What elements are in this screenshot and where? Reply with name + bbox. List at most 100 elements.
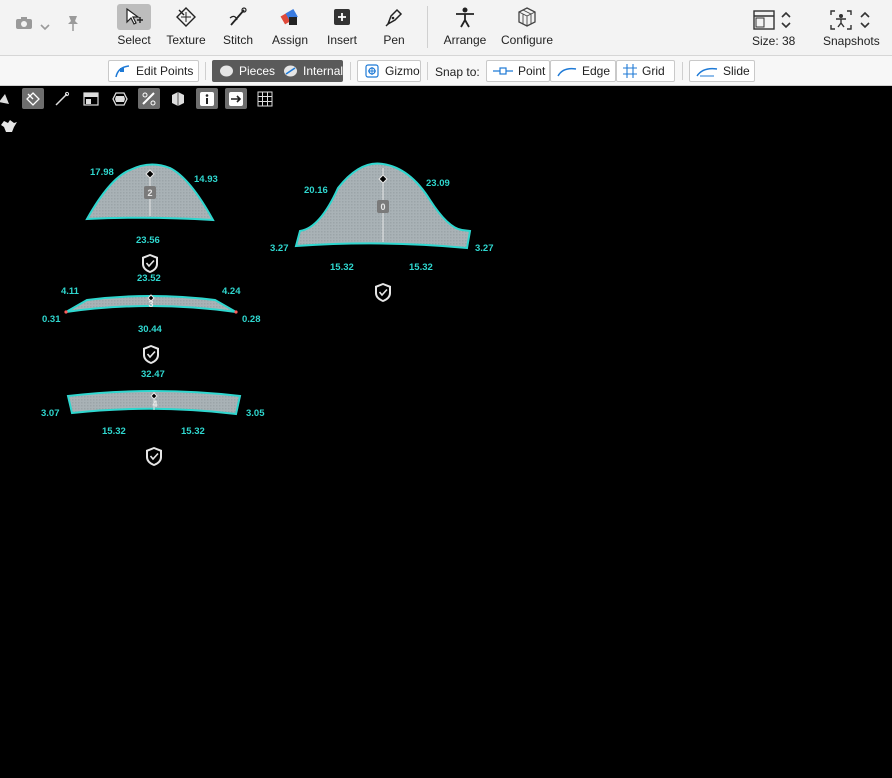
select-tool-button[interactable]: Select (108, 4, 160, 52)
edit-points-button[interactable]: Edit Points (108, 60, 199, 82)
partial-tool-icon[interactable] (0, 88, 15, 109)
piece-0-measure-top-right: 23.09 (426, 178, 450, 189)
texture-icon (169, 4, 203, 30)
arrange-tool-button[interactable]: Arrange (439, 4, 491, 52)
needle-view-icon[interactable] (51, 88, 73, 109)
snapshots-stepper-icon[interactable] (860, 11, 870, 34)
insert-tool-label: Insert (326, 33, 357, 47)
piece-3-shield-icon[interactable] (142, 344, 160, 365)
snap-grid-icon (623, 64, 637, 78)
subbar-divider (682, 62, 683, 80)
snap-point-icon (493, 66, 513, 76)
piece-3-measure-right: 0.28 (242, 314, 261, 325)
subbar-divider (205, 62, 206, 80)
pieces-internal-toggle[interactable]: Pieces Internal (212, 60, 343, 82)
piece-0-measure-top-left: 20.16 (304, 185, 328, 196)
arrange-figure-icon (448, 4, 482, 30)
piece-0-measure-left: 3.27 (270, 243, 289, 254)
piece-3-number: 3 (148, 299, 153, 309)
insert-tool-button[interactable]: Insert (316, 4, 368, 52)
snap-grid-label: Grid (642, 64, 665, 78)
snap-edge-label: Edge (582, 64, 611, 78)
pin-icon[interactable] (64, 14, 82, 37)
pen-tool-label: Pen (383, 33, 405, 47)
stepper-icon[interactable] (781, 11, 791, 34)
piece-2-number: 2 (147, 188, 152, 198)
main-toolbar: Select Texture Stitch Assign Insert Pen (0, 0, 892, 56)
camera-icon[interactable] (15, 16, 33, 35)
piece-4-measure-left: 3.07 (41, 408, 60, 419)
arrange-tool-label: Arrange (443, 33, 487, 47)
configure-tool-button[interactable]: Configure (501, 4, 553, 52)
pen-tool-button[interactable]: Pen (368, 4, 420, 52)
assign-swatch-icon (273, 4, 307, 30)
snap-to-label: Snap to: (435, 65, 480, 79)
stitch-needle-icon (221, 4, 255, 30)
pattern-piece-2[interactable]: 2 17.98 14.93 23.56 (85, 163, 218, 274)
piece-3-measure-bottom: 30.44 (138, 324, 162, 335)
pattern-canvas[interactable]: 2 17.98 14.93 23.56 0 20.16 23.09 3.27 3… (0, 87, 892, 773)
internal-icon (283, 64, 298, 78)
avatar-figure-icon[interactable] (0, 118, 18, 139)
piece-0-measure-right: 3.27 (475, 243, 494, 254)
assign-tool-button[interactable]: Assign (264, 4, 316, 52)
snap-grid-button[interactable]: Grid (616, 60, 675, 82)
texture-overlay-icon[interactable] (22, 88, 44, 109)
snap-edge-button[interactable]: Edge (550, 60, 616, 82)
pattern-piece-4[interactable]: 4 32.47 3.07 3.05 15.32 15.32 (41, 369, 265, 467)
size-label: Size: 38 (752, 34, 796, 48)
slide-icon (696, 65, 718, 77)
piece-4-shield-icon[interactable] (145, 446, 163, 467)
select-arrow-icon (117, 4, 151, 30)
piece-2-measure-top-left: 17.98 (90, 167, 114, 178)
window-icon (753, 10, 775, 35)
internal-label[interactable]: Internal (303, 64, 343, 78)
pattern-piece-0[interactable]: 0 20.16 23.09 3.27 3.27 15.32 15.32 (270, 162, 494, 303)
subbar-divider (427, 62, 428, 80)
window-view-icon[interactable] (80, 88, 102, 109)
piece-3-measure-top: 23.52 (137, 273, 161, 284)
snapshot-figure-icon (830, 10, 852, 35)
pieces-label[interactable]: Pieces (239, 64, 275, 78)
assign-tool-label: Assign (271, 33, 309, 47)
insert-plus-icon (325, 4, 359, 30)
piece-2-measure-bottom: 23.56 (136, 235, 160, 246)
configure-tool-label: Configure (500, 33, 554, 47)
snapshots-label: Snapshots (823, 34, 880, 48)
gizmo-label: Gizmo (385, 64, 420, 78)
piece-0-number: 0 (380, 202, 385, 212)
piece-0-measure-bottom-right: 15.32 (409, 262, 433, 273)
canvas-view-toolstrip (0, 88, 283, 110)
direction-arrow-icon[interactable] (225, 88, 247, 109)
piece-4-number: 4 (152, 399, 157, 409)
gizmo-icon (364, 63, 380, 79)
piece-2-shield-icon[interactable] (141, 253, 159, 274)
piece-3-corner-point[interactable] (234, 310, 238, 314)
piece-0-measure-bottom-left: 15.32 (330, 262, 354, 273)
pattern-piece-3[interactable]: 3 23.52 4.11 4.24 0.31 0.28 30.44 (42, 273, 261, 365)
stitch-tool-button[interactable]: Stitch (212, 4, 264, 52)
piece-3-measure-top-left: 4.11 (61, 286, 80, 297)
piece-4-measure-bottom-right: 15.32 (181, 426, 205, 437)
subbar-divider (350, 62, 351, 80)
texture-tool-button[interactable]: Texture (160, 4, 212, 52)
gizmo-button[interactable]: Gizmo (357, 60, 421, 82)
piece-3-measure-top-right: 4.24 (222, 286, 241, 297)
texture-tool-label: Texture (166, 33, 206, 47)
toolbar-divider (427, 6, 428, 48)
chevron-down-icon[interactable] (40, 18, 50, 36)
size-selector[interactable]: Size: 38 (748, 8, 804, 52)
slide-button[interactable]: Slide (689, 60, 755, 82)
snap-point-button[interactable]: Point (486, 60, 550, 82)
solid-piece-icon[interactable] (167, 88, 189, 109)
piece-4-measure-top: 32.47 (141, 369, 165, 380)
info-icon[interactable] (196, 88, 218, 109)
grid-view-icon[interactable] (254, 88, 276, 109)
snapshots-button[interactable]: Snapshots (820, 8, 880, 52)
stitch-view-icon[interactable] (138, 88, 160, 109)
pattern-pieces-svg: 2 17.98 14.93 23.56 0 20.16 23.09 3.27 3… (41, 162, 494, 467)
shape-outline-icon[interactable] (109, 88, 131, 109)
stitch-tool-label: Stitch (222, 33, 253, 47)
piece-0-shield-icon[interactable] (374, 282, 392, 303)
piece-3-corner-point[interactable] (64, 310, 68, 314)
